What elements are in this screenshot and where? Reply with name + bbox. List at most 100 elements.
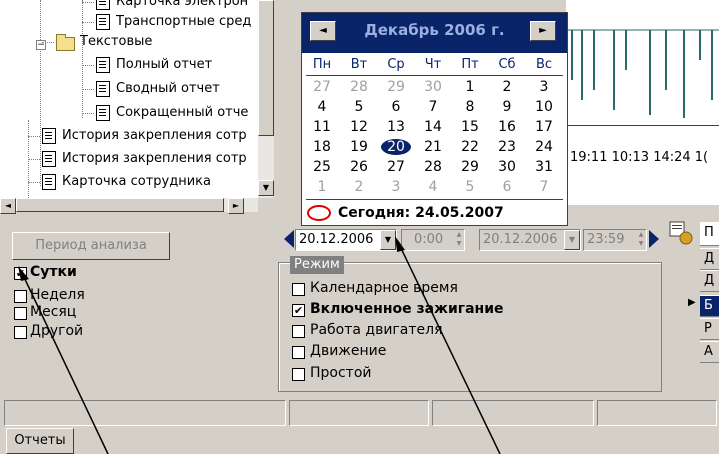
scrollbar-thumb[interactable] <box>258 0 274 136</box>
period-analysis-button[interactable]: Период анализа <box>12 232 170 260</box>
calendar-day[interactable]: 3 <box>378 179 414 195</box>
period-checkbox[interactable] <box>14 290 27 303</box>
calendar-day[interactable]: 2 <box>341 179 377 195</box>
prev-period-arrow-icon[interactable] <box>283 228 295 250</box>
from-time-field[interactable]: 0:00 ▲ ▼ <box>401 229 465 251</box>
calendar-day[interactable]: 5 <box>452 179 488 195</box>
tree-item-label: Текстовые <box>80 34 153 49</box>
tree-connector-line <box>82 2 94 3</box>
mode-checkbox[interactable] <box>292 325 305 338</box>
period-checkbox[interactable] <box>14 326 27 339</box>
right-list-item-label: Р <box>704 321 712 336</box>
calendar-month-title: Декабрь 2006 г. <box>364 21 505 39</box>
calendar-day[interactable]: 28 <box>341 79 377 95</box>
calendar-day[interactable]: 24 <box>526 139 562 155</box>
tab-reports[interactable]: Отчеты <box>6 428 74 454</box>
calendar-day[interactable]: 6 <box>378 99 414 115</box>
tree-connector-line <box>82 65 94 66</box>
calendar-popup[interactable]: ◄ Декабрь 2006 г. ► Пн Вт Ср Чт Пт Сб Вс 27 28 29… <box>301 12 568 226</box>
calendar-day[interactable]: 27 <box>304 79 340 95</box>
mode-checkbox[interactable]: ✔ <box>292 304 305 317</box>
tree-horizontal-scrollbar[interactable]: ◄ ► <box>0 198 258 214</box>
calendar-day[interactable]: 1 <box>304 179 340 195</box>
document-icon <box>96 0 110 10</box>
calendar-day[interactable]: 3 <box>526 79 562 95</box>
tree-item-label: Сводный отчет <box>116 81 220 96</box>
mode-checkbox[interactable] <box>292 283 305 296</box>
tree-item-label: История закрепления сотр <box>62 128 247 143</box>
calendar-day[interactable]: 29 <box>378 79 414 95</box>
right-list-item[interactable]: Р <box>700 318 719 340</box>
calendar-day[interactable]: 18 <box>304 139 340 155</box>
chart-area: 19:11 10:13 14:24 1( <box>566 0 719 205</box>
calendar-day[interactable]: 11 <box>304 119 340 135</box>
right-list-item[interactable]: Д <box>700 248 719 270</box>
scroll-down-button[interactable]: ▼ <box>258 180 274 196</box>
calendar-day[interactable]: 23 <box>489 139 525 155</box>
calendar-day[interactable]: 2 <box>489 79 525 95</box>
calendar-day[interactable]: 7 <box>526 179 562 195</box>
mode-checkbox[interactable] <box>292 346 305 359</box>
report-toolbar-icon[interactable] <box>668 218 698 246</box>
right-list-item-label: Д <box>704 251 715 266</box>
mode-option-label: Движение <box>310 343 387 359</box>
calendar-day[interactable]: 14 <box>415 119 451 135</box>
calendar-day[interactable]: 21 <box>415 139 451 155</box>
row-pointer-icon: ▶ <box>688 297 696 308</box>
from-time-spinner-icon[interactable]: ▲ ▼ <box>454 230 464 250</box>
calendar-day[interactable]: 16 <box>489 119 525 135</box>
calendar-day[interactable]: 28 <box>415 159 451 175</box>
right-list-item[interactable]: Д <box>700 270 719 292</box>
to-date-dropdown-icon[interactable]: ▼ <box>564 230 580 250</box>
calendar-day[interactable]: 15 <box>452 119 488 135</box>
period-checkbox[interactable] <box>14 307 27 320</box>
scroll-right-button[interactable]: ► <box>228 198 244 214</box>
right-list-header[interactable]: П <box>700 222 719 246</box>
calendar-day[interactable]: 29 <box>452 159 488 175</box>
tree-vertical-scrollbar[interactable]: ▼ <box>258 0 274 198</box>
calendar-day[interactable]: 4 <box>304 99 340 115</box>
calendar-day[interactable]: 27 <box>378 159 414 175</box>
to-time-field[interactable]: 23:59 ▲ ▼ <box>583 229 647 251</box>
right-list-item[interactable]: Б <box>700 295 719 317</box>
report-tree[interactable]: − Карточка электрон Транспортные сред Текст… <box>0 0 258 198</box>
right-list-item-label: А <box>704 344 713 359</box>
right-list-header-label: П <box>704 225 714 240</box>
scroll-left-button[interactable]: ◄ <box>0 198 16 214</box>
calendar-day[interactable]: 9 <box>489 99 525 115</box>
calendar-day[interactable]: 5 <box>341 99 377 115</box>
tree-item-label: Транспортные сред <box>116 14 252 29</box>
calendar-day[interactable]: 12 <box>341 119 377 135</box>
calendar-day[interactable]: 17 <box>526 119 562 135</box>
calendar-day[interactable]: 30 <box>489 159 525 175</box>
hscroll-thumb[interactable] <box>16 198 224 212</box>
from-date-combo[interactable]: 20.12.2006 ▼ <box>295 229 397 251</box>
next-period-arrow-icon[interactable] <box>648 228 660 250</box>
today-circle-icon <box>307 205 331 221</box>
calendar-day[interactable]: 30 <box>415 79 451 95</box>
calendar-day[interactable]: 25 <box>304 159 340 175</box>
calendar-day[interactable]: 13 <box>378 119 414 135</box>
to-date-combo[interactable]: 20.12.2006 ▼ <box>479 229 581 251</box>
next-month-button[interactable]: ► <box>530 21 556 41</box>
calendar-day[interactable]: 8 <box>452 99 488 115</box>
calendar-today-label[interactable]: Сегодня: 24.05.2007 <box>338 205 504 221</box>
calendar-day[interactable]: 26 <box>341 159 377 175</box>
mode-checkbox[interactable] <box>292 368 305 381</box>
calendar-day[interactable]: 19 <box>341 139 377 155</box>
calendar-day[interactable]: 10 <box>526 99 562 115</box>
calendar-day[interactable]: 31 <box>526 159 562 175</box>
calendar-day[interactable]: 7 <box>415 99 451 115</box>
from-date-dropdown-icon[interactable]: ▼ <box>380 230 396 250</box>
tree-connector-line <box>28 182 40 183</box>
calendar-day[interactable]: 4 <box>415 179 451 195</box>
right-list-item[interactable]: А <box>700 341 719 363</box>
calendar-day[interactable]: 22 <box>452 139 488 155</box>
mode-option-label: Включенное зажигание <box>310 301 504 317</box>
prev-month-button[interactable]: ◄ <box>310 21 336 41</box>
calendar-day[interactable]: 6 <box>489 179 525 195</box>
to-time-spinner-icon[interactable]: ▲ ▼ <box>636 230 646 250</box>
calendar-day[interactable]: 1 <box>452 79 488 95</box>
calendar-day-selected[interactable]: 20 <box>378 139 414 155</box>
period-checkbox[interactable]: ✔ <box>14 267 27 280</box>
